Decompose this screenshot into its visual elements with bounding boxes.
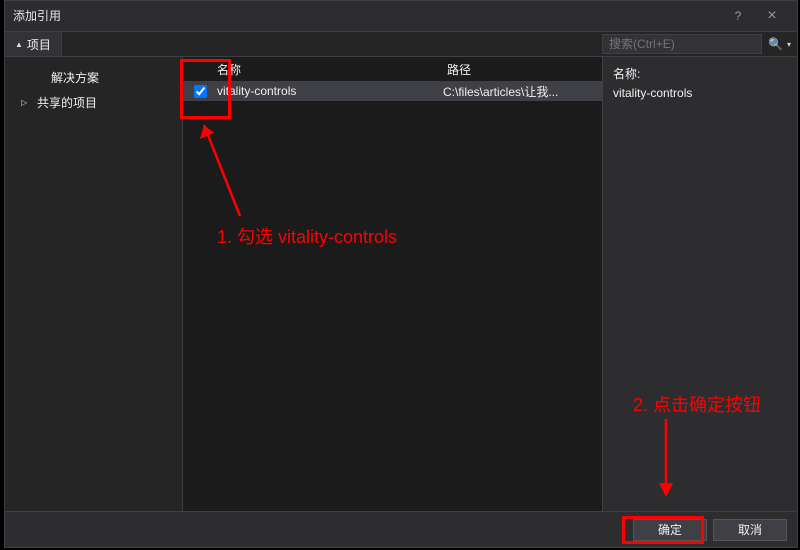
chevron-down-icon: ▲	[15, 40, 23, 49]
tab-projects[interactable]: ▲ 项目	[5, 32, 62, 56]
column-header-name[interactable]: 名称	[183, 57, 443, 79]
results-panel: 名称 路径 vitality-controls C:\files\article…	[183, 57, 603, 511]
sidebar: ▷ 解决方案 ▷ 共享的项目	[5, 57, 183, 511]
search-icon: 🔍	[768, 37, 783, 51]
detail-name-label: 名称:	[613, 65, 787, 82]
detail-name-value: vitality-controls	[613, 86, 787, 100]
ok-button[interactable]: 确定	[633, 519, 707, 541]
tab-spacer	[62, 32, 596, 56]
help-button[interactable]: ?	[721, 2, 755, 30]
dropdown-icon: ▾	[787, 40, 791, 49]
reference-manager-dialog: 添加引用 ? × ▲ 项目 🔍▾ ▷ 解决方案 ▷ 共享的项目	[4, 0, 798, 548]
ok-button-label: 确定	[658, 521, 682, 538]
cancel-button-label: 取消	[738, 521, 762, 538]
detail-panel: 名称: vitality-controls	[603, 57, 797, 511]
tab-label: 项目	[27, 36, 51, 53]
column-headers: 名称 路径	[183, 57, 602, 79]
titlebar: 添加引用 ? ×	[5, 1, 797, 31]
help-icon: ?	[735, 9, 742, 23]
cancel-button[interactable]: 取消	[713, 519, 787, 541]
expand-icon: ▷	[21, 98, 31, 107]
search-area: 🔍▾	[596, 32, 797, 56]
window-title: 添加引用	[13, 7, 721, 24]
close-button[interactable]: ×	[755, 2, 789, 30]
row-path: C:\files\articles\让我...	[443, 83, 602, 100]
dialog-body: ▷ 解决方案 ▷ 共享的项目 名称 路径 vitality-controls C…	[5, 57, 797, 511]
search-button[interactable]: 🔍▾	[768, 37, 791, 51]
sidebar-item-label: 解决方案	[51, 69, 99, 86]
close-icon: ×	[767, 7, 776, 25]
table-row[interactable]: vitality-controls C:\files\articles\让我..…	[183, 81, 602, 101]
row-checkbox[interactable]	[194, 85, 207, 98]
search-input[interactable]	[602, 34, 762, 54]
row-name: vitality-controls	[217, 84, 443, 98]
sidebar-item-label: 共享的项目	[37, 94, 97, 111]
sidebar-item-shared-projects[interactable]: ▷ 共享的项目	[5, 90, 182, 115]
category-tabbar: ▲ 项目 🔍▾	[5, 31, 797, 57]
sidebar-item-solution[interactable]: ▷ 解决方案	[5, 65, 182, 90]
row-checkbox-wrap	[183, 85, 217, 98]
column-header-path[interactable]: 路径	[443, 57, 602, 79]
footer: 确定 取消	[5, 511, 797, 547]
